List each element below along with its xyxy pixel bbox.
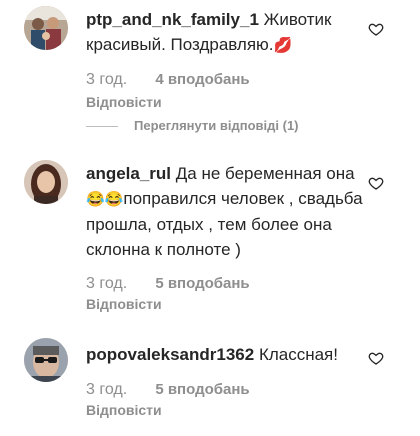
heart-outline-icon[interactable] — [368, 21, 384, 37]
comment-meta: 3 год. 4 вподобань — [86, 71, 250, 89]
comment-username[interactable]: ptp_and_nk_family_1 — [86, 10, 259, 29]
comment-likes[interactable]: 5 вподобань — [155, 275, 249, 292]
heart-outline-icon[interactable] — [368, 350, 384, 366]
comment-likes[interactable]: 5 вподобань — [155, 381, 249, 398]
comment-time[interactable]: 3 год. — [86, 381, 127, 398]
laughing-emoji: 😂😂 — [86, 191, 124, 208]
reply-button[interactable]: Відповісти — [86, 402, 162, 418]
comment-likes[interactable]: 4 вподобань — [155, 71, 249, 88]
comment-username[interactable]: angela_rul — [86, 164, 171, 183]
heart-outline-icon[interactable] — [368, 175, 384, 191]
view-replies-label: Переглянути відповіді (1) — [134, 118, 299, 133]
avatar-popovaleksandr1362[interactable] — [24, 338, 68, 382]
comment-meta: 3 год. 5 вподобань — [86, 381, 250, 399]
comment-text-part1: Да не беременная она — [175, 164, 355, 183]
comment-body: popovaleksandr1362 Классная! — [86, 342, 386, 367]
comment-time[interactable]: 3 год. — [86, 71, 127, 88]
comment-text: Классная! — [258, 345, 338, 364]
comment-body: angela_rul Да не беременная она 😂😂поправ… — [86, 161, 366, 262]
reply-button[interactable]: Відповісти — [86, 94, 162, 110]
family-photo-avatar-icon — [24, 6, 68, 50]
comment-text-part2: поправился человек , свадьба прошла, отд… — [86, 189, 363, 259]
avatar-angela-rul[interactable] — [24, 160, 68, 204]
view-replies-link[interactable]: Переглянути відповіді (1) — [86, 118, 299, 133]
comment-username[interactable]: popovaleksandr1362 — [86, 345, 254, 364]
comment-meta: 3 год. 5 вподобань — [86, 275, 250, 293]
comment-body: ptp_and_nk_family_1 Животик красивый. По… — [86, 7, 366, 58]
avatar-ptp-and-nk-family-1[interactable] — [24, 6, 68, 50]
replies-divider-line — [86, 126, 118, 128]
woman-photo-avatar-icon — [24, 160, 68, 204]
reply-button[interactable]: Відповісти — [86, 296, 162, 312]
comment-time[interactable]: 3 год. — [86, 275, 127, 292]
man-sunglasses-avatar-icon — [24, 338, 68, 382]
kiss-emoji: 💋 — [273, 37, 293, 54]
